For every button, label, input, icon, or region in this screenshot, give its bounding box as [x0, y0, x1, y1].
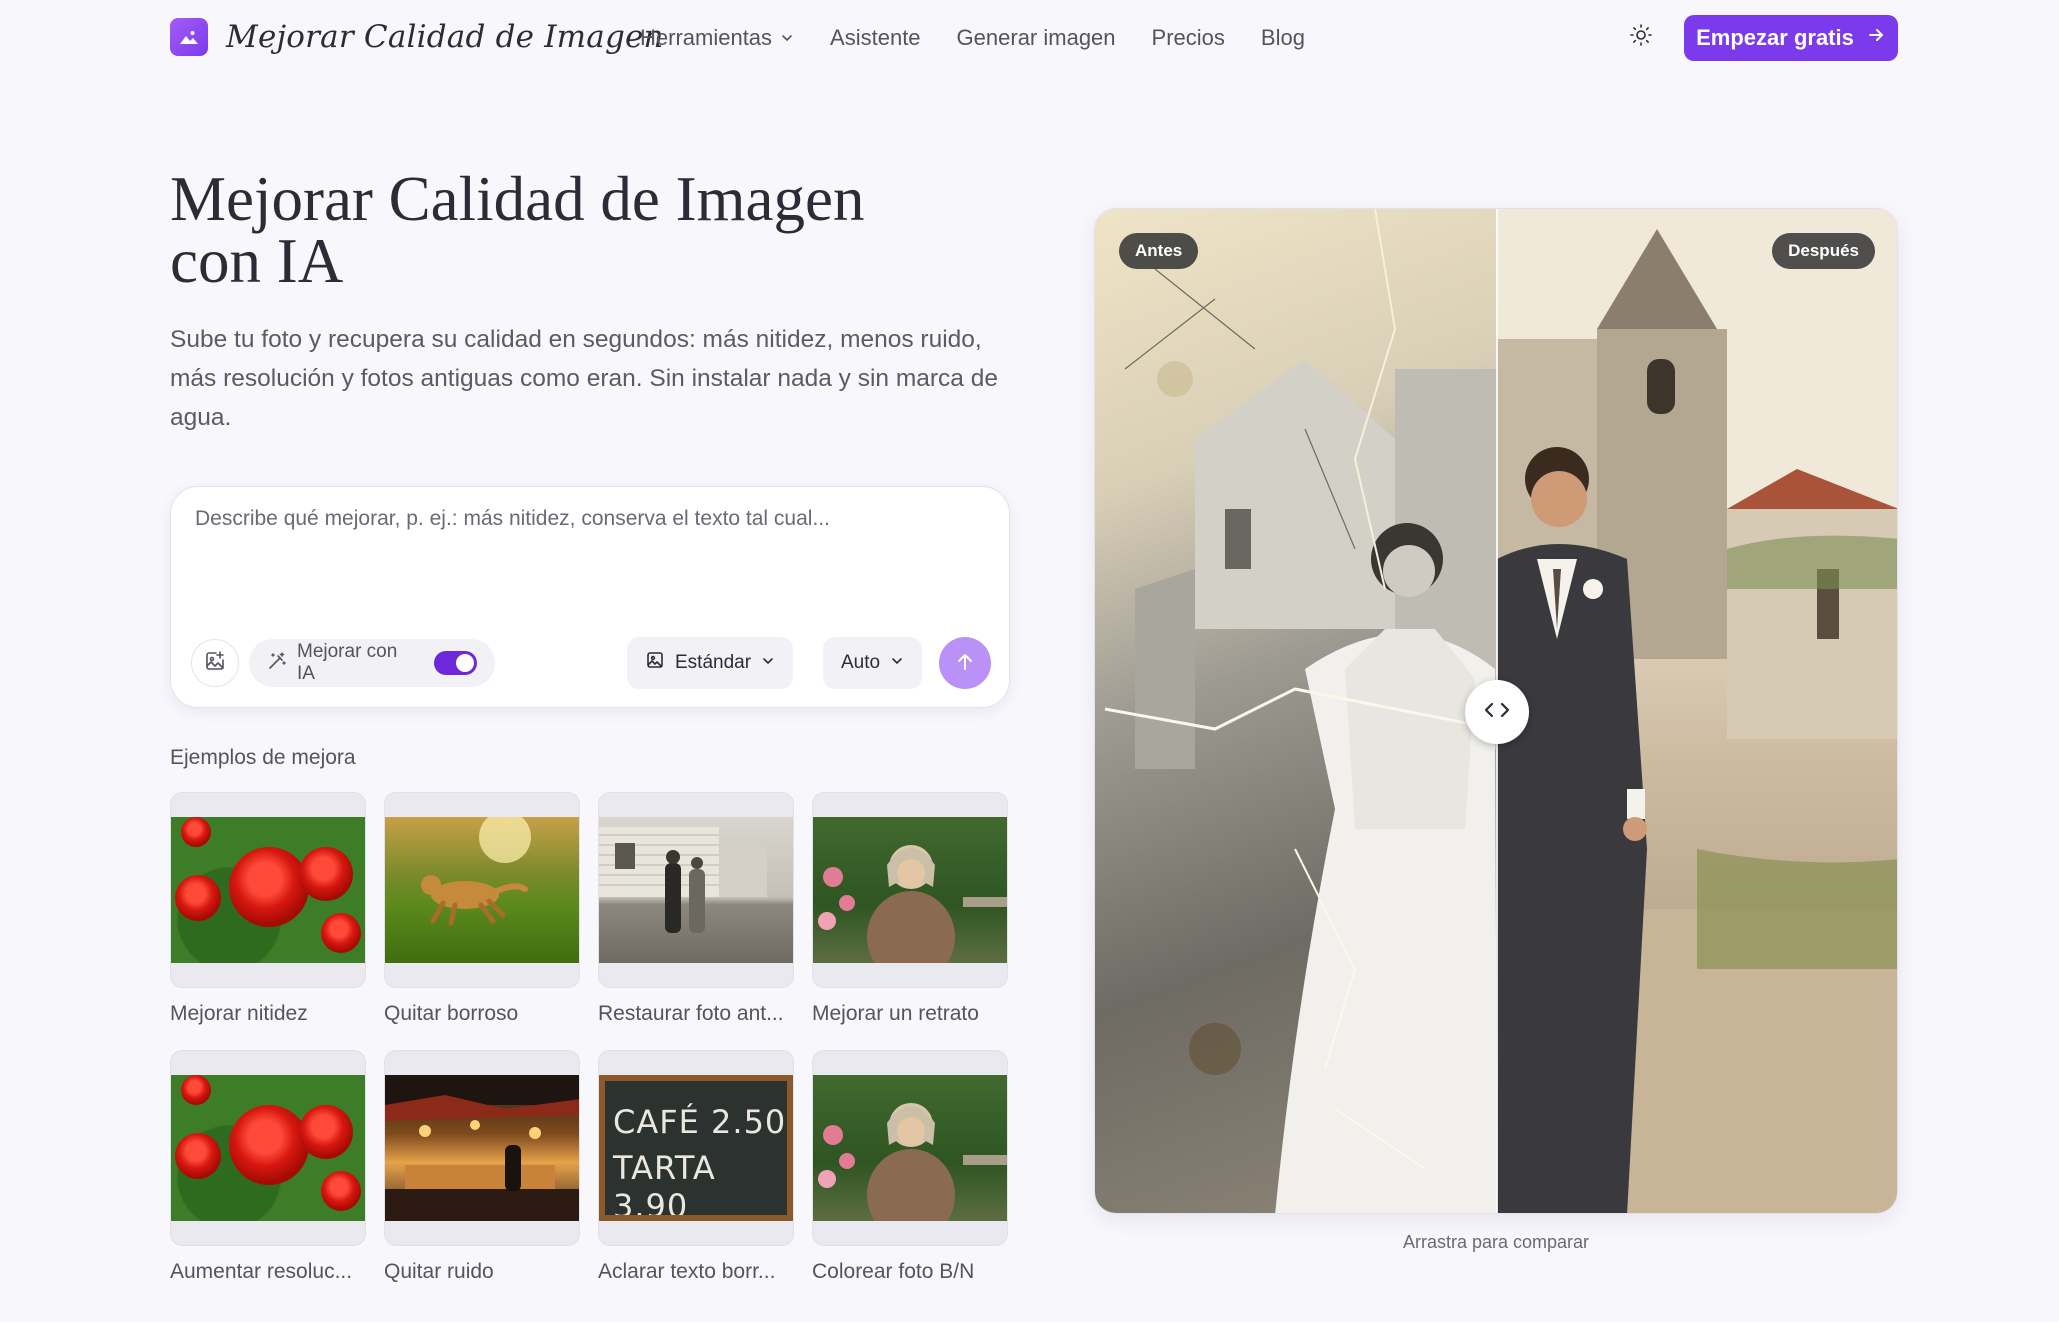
example-card[interactable]: Quitar borroso: [384, 792, 580, 1028]
before-tag: Antes: [1119, 233, 1199, 269]
sun-icon: [1629, 23, 1653, 52]
example-label: Mejorar un retrato: [812, 1002, 979, 1025]
chevron-down-icon: [890, 652, 904, 674]
after-tag: Después: [1772, 233, 1875, 269]
upload-image-button[interactable]: [191, 639, 239, 687]
ai-toggle-label: Mejorar con IA: [297, 641, 398, 684]
roses-thumbnail: [171, 817, 365, 963]
nav-links: Herramientas Asistente Generar imagen Pr…: [640, 22, 1305, 54]
chevron-down-icon: [761, 652, 775, 674]
example-card[interactable]: Mejorar un retrato: [812, 792, 1008, 1028]
ratio-select[interactable]: Auto: [823, 637, 923, 689]
start-free-button[interactable]: Empezar gratis: [1684, 15, 1898, 61]
example-card[interactable]: Aumentar resoluc...: [170, 1050, 366, 1286]
examples-grid: Mejorar nitidez Quitar borroso Restaurar…: [170, 792, 1010, 1286]
magic-wand-icon: [267, 651, 287, 676]
arrow-up-icon: [954, 651, 976, 676]
prompt-input[interactable]: [195, 507, 985, 607]
chalkboard-thumbnail: CAFÉ 2.50 TARTA 3.90: [599, 1075, 793, 1221]
example-card[interactable]: Mejorar nitidez: [170, 792, 366, 1028]
nav-link-generar-imagen[interactable]: Generar imagen: [957, 22, 1116, 54]
example-label: Mejorar nitidez: [170, 1002, 308, 1025]
chevron-down-icon: [780, 25, 794, 51]
example-card[interactable]: Colorear foto B/N: [812, 1050, 1008, 1286]
image-icon: [170, 18, 208, 56]
example-label: Quitar borroso: [384, 1002, 519, 1025]
nav-link-herramientas[interactable]: Herramientas: [640, 22, 794, 54]
nav-link-precios[interactable]: Precios: [1152, 22, 1225, 54]
example-label: Aumentar resoluc...: [170, 1260, 353, 1283]
example-card[interactable]: CAFÉ 2.50 TARTA 3.90 Aclarar texto borr.…: [598, 1050, 794, 1286]
nav-link-asistente[interactable]: Asistente: [830, 22, 921, 54]
arrow-right-icon: [1866, 25, 1886, 51]
old-photo-thumbnail: [599, 817, 793, 963]
page-title: Mejorar Calidad de Imagen con IA: [170, 164, 865, 296]
top-nav: Mejorar Calidad de Imagen Herramientas A…: [0, 0, 2059, 76]
portrait-thumbnail: [813, 1075, 1007, 1221]
portrait-thumbnail: [813, 817, 1007, 963]
example-label: Aclarar texto borr...: [598, 1260, 776, 1283]
prompt-box: Mejorar con IA Estándar Auto: [170, 486, 1010, 708]
after-image: Después: [1497, 209, 1897, 1213]
example-label: Quitar ruido: [384, 1260, 494, 1283]
before-image: Antes: [1095, 209, 1497, 1213]
compare-caption: Arrastra para comparar: [1402, 1232, 1590, 1252]
example-card[interactable]: Quitar ruido: [384, 1050, 580, 1286]
image-icon: [645, 650, 665, 676]
example-label: Restaurar foto ant...: [598, 1002, 784, 1025]
image-plus-icon: [203, 649, 227, 678]
dog-thumbnail: [385, 817, 579, 963]
brand-logo[interactable]: Mejorar Calidad de Imagen: [170, 18, 664, 56]
theme-toggle-button[interactable]: [1624, 20, 1658, 54]
before-after-compare[interactable]: Antes Después: [1094, 208, 1898, 1214]
send-button[interactable]: [939, 637, 991, 689]
example-card[interactable]: Restaurar foto ant...: [598, 792, 794, 1028]
nav-link-blog[interactable]: Blog: [1261, 22, 1305, 54]
quality-select[interactable]: Estándar: [627, 637, 794, 689]
examples-title: Ejemplos de mejora: [170, 746, 356, 769]
night-market-thumbnail: [385, 1075, 579, 1221]
roses-thumbnail: [171, 1075, 365, 1221]
example-label: Colorear foto B/N: [812, 1260, 975, 1283]
compare-slider-handle[interactable]: [1465, 680, 1529, 744]
chevrons-left-right-icon: [1482, 700, 1512, 725]
hero-subtitle: Sube tu foto y recupera su calidad en se…: [170, 326, 998, 431]
toggle-switch[interactable]: [434, 651, 477, 675]
ai-enhance-toggle[interactable]: Mejorar con IA: [249, 639, 495, 687]
brand-name: Mejorar Calidad de Imagen: [226, 19, 664, 55]
